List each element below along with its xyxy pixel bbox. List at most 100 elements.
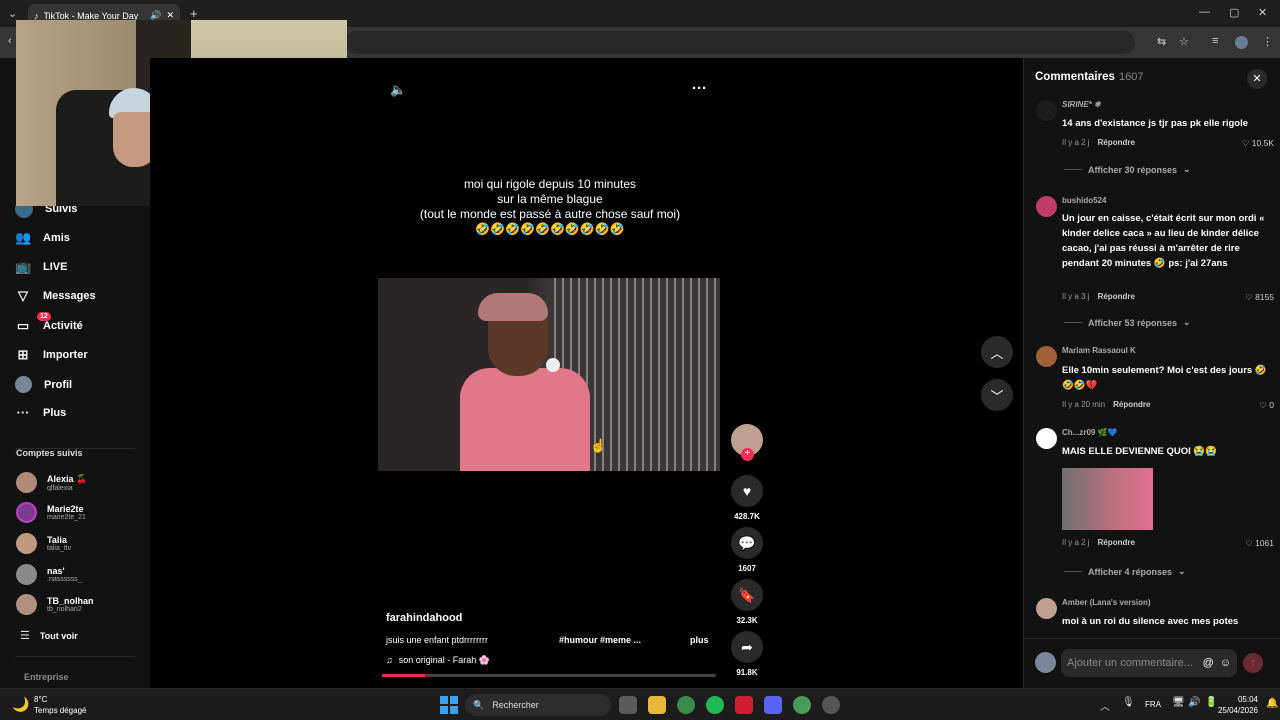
followed-account[interactable]: Alexia 🍒 qlfalexia — [16, 472, 87, 493]
start-button[interactable] — [440, 696, 458, 714]
browser-menu-icon[interactable]: ⋮ — [1262, 35, 1273, 48]
task-view-icon[interactable] — [619, 696, 637, 714]
show-replies-button[interactable]: Afficher 53 réponses ⌄ — [1064, 317, 1191, 328]
volume-icon[interactable]: 🔊 — [1188, 697, 1200, 708]
comment-author[interactable]: Amber (Lana's version) — [1062, 598, 1151, 607]
sidebar-item-messages[interactable]: ▽ Messages — [15, 288, 96, 304]
followed-account[interactable]: TB_nolhan tb_nolhan2 — [16, 594, 94, 615]
video-progress-bar[interactable] — [382, 674, 716, 677]
chevron-down-icon: ⌄ — [1183, 164, 1191, 174]
minimize-button[interactable]: — — [1199, 6, 1210, 18]
volume-icon[interactable]: 🔈 — [390, 82, 406, 98]
reply-button[interactable]: Répondre — [1098, 138, 1135, 147]
spotify-icon[interactable] — [706, 696, 724, 714]
sidebar-item-activite[interactable]: ▭ 12 Activité — [15, 312, 83, 334]
sidebar-item-amis[interactable]: 👥 Amis — [15, 230, 70, 246]
post-comment-button[interactable]: ↑ — [1243, 653, 1263, 673]
comment-input-bar: Ajouter un commentaire... @ ☺ ↑ — [1024, 638, 1280, 688]
comment-like-button[interactable]: ♡ 0 — [1259, 400, 1274, 411]
follow-plus-icon[interactable]: + — [741, 448, 754, 461]
browser-profile-avatar[interactable] — [1235, 36, 1248, 49]
show-replies-button[interactable]: Afficher 4 réponses ⌄ — [1064, 566, 1186, 577]
clock-time[interactable]: 05:04 — [1218, 695, 1258, 704]
video-hashtags[interactable]: #humour #meme ... — [559, 635, 641, 645]
maximize-button[interactable]: ▢ — [1229, 6, 1239, 19]
comment-author[interactable]: bushido524 — [1062, 196, 1106, 205]
taskbar-search[interactable]: 🔍 Rechercher — [465, 694, 611, 716]
mention-icon[interactable]: @ — [1203, 657, 1214, 669]
comment-like-button[interactable]: ♡ 8155 — [1245, 292, 1274, 303]
like-button[interactable]: ♥ 428.7K — [731, 475, 763, 521]
more-options-icon[interactable]: ··· — [692, 80, 707, 97]
sidebar-item-profil[interactable]: Profil — [15, 376, 72, 393]
account-handle: talia_ttv — [47, 545, 72, 552]
video-player[interactable]: ☝ — [378, 278, 720, 471]
microphone-icon[interactable]: 🎙 — [1122, 697, 1135, 708]
sidebar-item-importer[interactable]: ⊞ Importer — [15, 347, 88, 363]
sound-link[interactable]: ♫ son original - Farah 🌸 — [386, 655, 490, 666]
app-icon[interactable] — [822, 696, 840, 714]
tab-search-icon[interactable]: ⌄ — [8, 7, 17, 20]
avatar — [16, 472, 37, 493]
profile-icon — [15, 376, 32, 393]
address-field[interactable] — [345, 31, 1135, 54]
opera-icon[interactable] — [735, 696, 753, 714]
back-icon[interactable]: ‹ — [8, 35, 12, 47]
share-button[interactable]: ➦ 91.8K — [731, 631, 763, 677]
cursor-icon: ☝ — [590, 438, 607, 453]
comment-image[interactable] — [1062, 468, 1153, 530]
notification-bell-icon[interactable]: 🔔 — [1266, 698, 1278, 709]
author-name[interactable]: farahindahood — [386, 612, 462, 624]
sidebar-item-plus[interactable]: ··· Plus — [15, 405, 67, 420]
followed-account[interactable]: Talia talia_ttv — [16, 533, 71, 554]
avatar[interactable] — [1036, 196, 1057, 217]
chevron-up-icon[interactable]: ︿ — [1100, 698, 1110, 713]
media-control-icon[interactable]: ≡ — [1212, 35, 1218, 47]
network-icon[interactable]: 🖥 — [1172, 697, 1185, 708]
live-icon: 📺 — [15, 259, 32, 274]
author-avatar-button[interactable]: + — [731, 424, 763, 461]
avatar — [16, 533, 37, 554]
reply-button[interactable]: Répondre — [1098, 538, 1135, 547]
avatar[interactable] — [1036, 100, 1057, 121]
comment-author[interactable]: SIRINE* ❄ — [1062, 100, 1101, 109]
save-button[interactable]: 🔖 32.3K — [731, 579, 763, 625]
more-button[interactable]: plus — [690, 635, 709, 645]
close-window-button[interactable]: ✕ — [1258, 6, 1267, 19]
reply-button[interactable]: Répondre — [1113, 400, 1150, 409]
emoji-icon[interactable]: ☺ — [1220, 657, 1231, 669]
sidebar-item-live[interactable]: 📺 LIVE — [15, 259, 67, 275]
translate-icon[interactable]: ⇆ — [1157, 35, 1166, 48]
account-name: Marie2te — [47, 504, 84, 514]
file-explorer-icon[interactable] — [648, 696, 666, 714]
comment-author[interactable]: Ch...zr09 🌿💙 — [1062, 428, 1118, 437]
close-comments-button[interactable]: ✕ — [1247, 69, 1267, 89]
clock-date[interactable]: 25/04/2026 — [1210, 706, 1258, 715]
see-all-button[interactable]: ☰ Tout voir — [20, 629, 78, 642]
followed-account[interactable]: nas' .nassssss_ — [16, 564, 82, 585]
reply-button[interactable]: Répondre — [1098, 292, 1135, 301]
comment-like-button[interactable]: ♡ 1061 — [1245, 538, 1274, 549]
avatar[interactable] — [1036, 346, 1057, 367]
comment-button[interactable]: 💬 1607 — [731, 527, 763, 573]
followed-account[interactable]: Marie2te marie2te_21 — [16, 502, 86, 523]
comment-input[interactable]: Ajouter un commentaire... @ ☺ — [1061, 649, 1237, 677]
bookmark-icon: 🔖 — [731, 579, 763, 611]
discord-icon[interactable] — [764, 696, 782, 714]
caption-line: (tout le monde est passé à autre chose s… — [419, 207, 681, 221]
avatar[interactable] — [1036, 598, 1057, 619]
comment-time: Il y a 20 min — [1062, 400, 1106, 409]
avatar[interactable] — [1036, 428, 1057, 449]
new-tab-button[interactable]: + — [190, 6, 198, 21]
show-replies-button[interactable]: Afficher 30 réponses ⌄ — [1064, 164, 1191, 175]
previous-video-button[interactable]: ︿ — [981, 336, 1013, 368]
caption-line: sur la même blague — [497, 192, 603, 206]
chrome-icon[interactable] — [677, 696, 695, 714]
next-video-button[interactable]: ﹀ — [981, 379, 1013, 411]
language-indicator[interactable]: FRA — [1145, 700, 1161, 709]
chrome-profile-icon[interactable] — [793, 696, 811, 714]
bookmark-star-icon[interactable]: ☆ — [1179, 35, 1189, 48]
comment-author[interactable]: Mariam Rassaoul K — [1062, 346, 1136, 355]
comment-like-button[interactable]: ♡ 10.5K — [1242, 138, 1274, 149]
footer-link[interactable]: Entreprise — [24, 672, 69, 682]
